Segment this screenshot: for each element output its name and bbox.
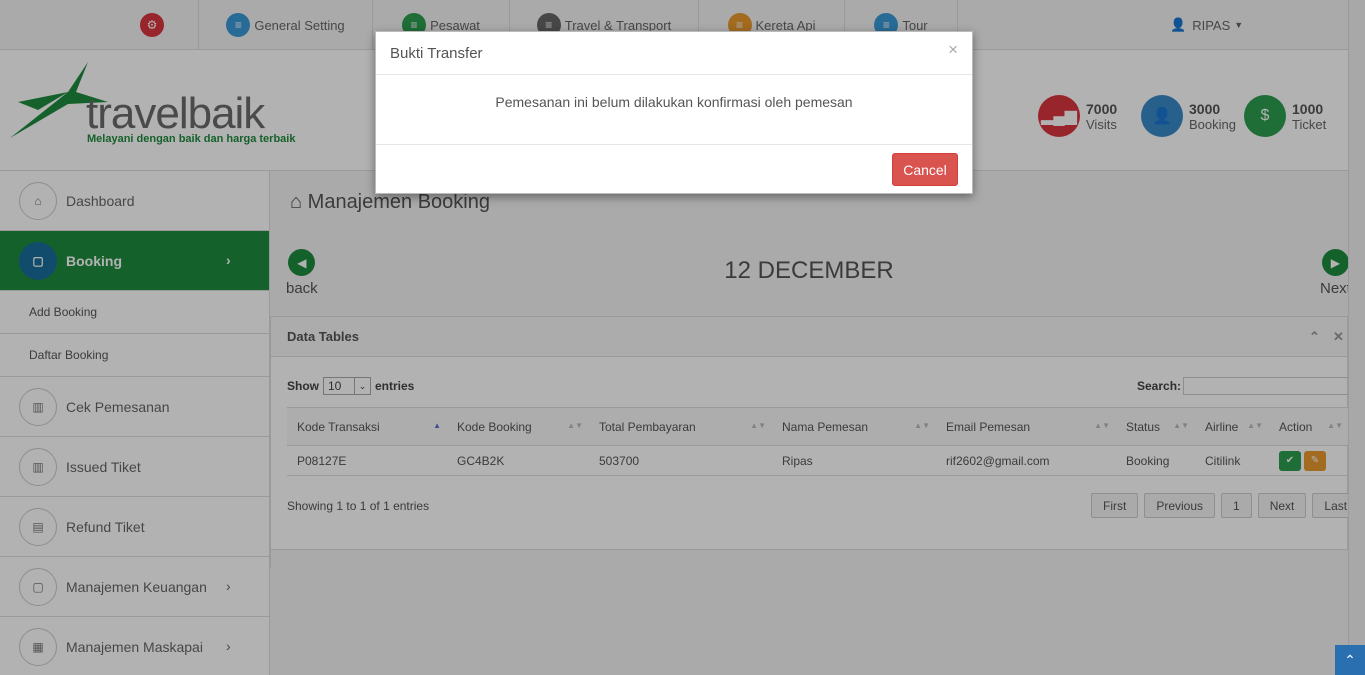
modal-header: Bukti Transfer × [376,32,972,75]
modal-title: Bukti Transfer [390,44,483,62]
chevron-up-icon: ⌃ [1344,651,1356,668]
close-icon[interactable]: × [948,40,958,60]
modal-body: Pemesanan ini belum dilakukan konfirmasi… [376,75,972,144]
modal-footer: Cancel [376,144,972,194]
modal-message: Pemesanan ini belum dilakukan konfirmasi… [495,94,853,110]
cancel-button[interactable]: Cancel [892,153,958,186]
scroll-top-button[interactable]: ⌃ [1335,645,1365,675]
bukti-transfer-modal: Bukti Transfer × Pemesanan ini belum dil… [375,31,973,194]
